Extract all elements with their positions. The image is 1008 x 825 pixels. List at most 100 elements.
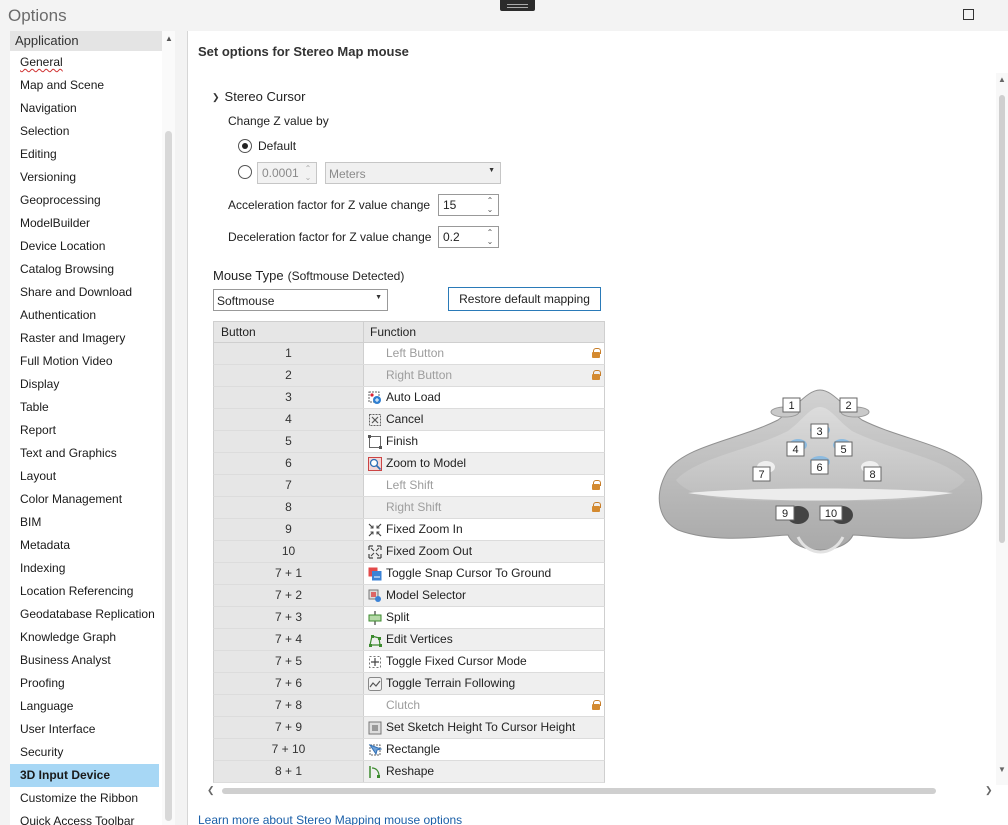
function-cell[interactable]: Toggle Snap Cursor To Ground [364, 563, 604, 584]
scroll-right-icon[interactable]: ❯ [985, 785, 993, 796]
learn-more-link[interactable]: Learn more about Stereo Mapping mouse op… [198, 813, 462, 825]
default-radio-label[interactable]: Default [258, 139, 296, 153]
table-row[interactable]: 7 + 1 Toggle Snap Cursor To Ground [213, 563, 605, 585]
drag-grip-icon[interactable] [500, 0, 535, 11]
deceleration-stepper[interactable]: 0.2 ⌃ ⌄ [438, 226, 499, 248]
table-row[interactable]: 7 + 9 Set Sketch Height To Cursor Height [213, 717, 605, 739]
scroll-up-icon[interactable]: ▲ [165, 34, 173, 43]
sidebar-item-full-motion-video[interactable]: Full Motion Video [10, 350, 159, 373]
table-row[interactable]: 2 Right Button [213, 365, 605, 387]
function-cell[interactable]: Set Sketch Height To Cursor Height [364, 717, 604, 738]
sidebar-item-display[interactable]: Display [10, 373, 159, 396]
sidebar-item-editing[interactable]: Editing [10, 143, 159, 166]
sidebar-item-user-interface[interactable]: User Interface [10, 718, 159, 741]
content-scrollbar[interactable]: ▲ ▼ [996, 73, 1008, 785]
scroll-up-icon[interactable]: ▲ [998, 75, 1006, 84]
function-cell[interactable]: Finish [364, 431, 604, 452]
table-row[interactable]: 5 Finish [213, 431, 605, 453]
function-cell[interactable]: Fixed Zoom In [364, 519, 604, 540]
column-header-function[interactable]: Function [364, 322, 604, 342]
stereo-cursor-section[interactable]: ❯ Stereo Cursor [212, 89, 305, 104]
table-row[interactable]: 7 + 4 Edit Vertices [213, 629, 605, 651]
function-cell[interactable]: Edit Vertices [364, 629, 604, 650]
restore-default-mapping-button[interactable]: Restore default mapping [448, 287, 601, 311]
horizontal-scroll-thumb[interactable] [222, 788, 936, 794]
sidebar-scroll-thumb[interactable] [165, 131, 172, 821]
column-header-button[interactable]: Button [214, 322, 364, 342]
dropdown-arrow-icon[interactable]: ▼ [488, 167, 495, 174]
mouse-type-select[interactable]: Softmouse ▼ [213, 289, 388, 311]
z-value-stepper[interactable]: 0.0001 ⌃ ⌄ [257, 162, 317, 184]
sidebar-item-language[interactable]: Language [10, 695, 159, 718]
sidebar-item-proofing[interactable]: Proofing [10, 672, 159, 695]
maximize-button[interactable] [963, 9, 974, 20]
sidebar-item-device-location[interactable]: Device Location [10, 235, 159, 258]
sidebar-item-layout[interactable]: Layout [10, 465, 159, 488]
stepper-arrows-icon[interactable]: ⌃ ⌄ [303, 164, 313, 182]
sidebar-item-authentication[interactable]: Authentication [10, 304, 159, 327]
function-cell[interactable]: Fixed Zoom Out [364, 541, 604, 562]
table-row[interactable]: 9 Fixed Zoom In [213, 519, 605, 541]
scroll-down-icon[interactable]: ▼ [998, 765, 1006, 774]
table-row[interactable]: 7 Left Shift [213, 475, 605, 497]
table-row[interactable]: 3 Auto Load [213, 387, 605, 409]
table-row[interactable]: 7 + 2 Model Selector [213, 585, 605, 607]
sidebar-item-metadata[interactable]: Metadata [10, 534, 159, 557]
function-cell[interactable]: Model Selector [364, 585, 604, 606]
sidebar-item-raster-and-imagery[interactable]: Raster and Imagery [10, 327, 159, 350]
sidebar-item-3d-input-device[interactable]: 3D Input Device [10, 764, 159, 787]
function-cell[interactable]: Toggle Fixed Cursor Mode [364, 651, 604, 672]
sidebar-item-text-and-graphics[interactable]: Text and Graphics [10, 442, 159, 465]
sidebar-item-map-and-scene[interactable]: Map and Scene [10, 74, 159, 97]
sidebar-item-color-management[interactable]: Color Management [10, 488, 159, 511]
sidebar-item-bim[interactable]: BIM [10, 511, 159, 534]
table-row[interactable]: 8 + 1 Reshape [213, 761, 605, 783]
sidebar-item-geoprocessing[interactable]: Geoprocessing [10, 189, 159, 212]
sidebar-item-indexing[interactable]: Indexing [10, 557, 159, 580]
function-cell[interactable]: Rectangle [364, 739, 604, 760]
table-row[interactable]: 7 + 5 Toggle Fixed Cursor Mode [213, 651, 605, 673]
sidebar-item-location-referencing[interactable]: Location Referencing [10, 580, 159, 603]
default-radio[interactable] [238, 139, 252, 153]
units-select[interactable]: Meters ▼ [325, 162, 501, 184]
function-cell[interactable]: Split [364, 607, 604, 628]
custom-value-radio[interactable] [238, 165, 252, 179]
table-row[interactable]: 7 + 10 Rectangle [213, 739, 605, 761]
sidebar-item-modelbuilder[interactable]: ModelBuilder [10, 212, 159, 235]
sidebar-group-application[interactable]: Application [10, 31, 175, 51]
sidebar-scrollbar[interactable]: ▲ [162, 31, 175, 825]
scroll-left-icon[interactable]: ❮ [207, 785, 215, 796]
sidebar-item-catalog-browsing[interactable]: Catalog Browsing [10, 258, 159, 281]
sidebar-item-geodatabase-replication[interactable]: Geodatabase Replication [10, 603, 159, 626]
sidebar-item-knowledge-graph[interactable]: Knowledge Graph [10, 626, 159, 649]
table-row[interactable]: 7 + 3 Split [213, 607, 605, 629]
sidebar-item-navigation[interactable]: Navigation [10, 97, 159, 120]
sidebar-item-selection[interactable]: Selection [10, 120, 159, 143]
table-row[interactable]: 1 Left Button [213, 343, 605, 365]
content-scroll-thumb[interactable] [999, 95, 1005, 543]
sidebar-item-versioning[interactable]: Versioning [10, 166, 159, 189]
table-row[interactable]: 7 + 6 Toggle Terrain Following [213, 673, 605, 695]
dropdown-arrow-icon[interactable]: ▼ [375, 294, 382, 301]
table-row[interactable]: 10 Fixed Zoom Out [213, 541, 605, 563]
horizontal-scrollbar[interactable]: ❮ ❯ [205, 784, 995, 798]
table-row[interactable]: 8 Right Shift [213, 497, 605, 519]
sidebar-item-security[interactable]: Security [10, 741, 159, 764]
sidebar-item-share-and-download[interactable]: Share and Download [10, 281, 159, 304]
stepper-arrows-icon[interactable]: ⌃ ⌄ [485, 196, 495, 214]
table-row[interactable]: 4 Cancel [213, 409, 605, 431]
function-cell[interactable]: Reshape [364, 761, 604, 782]
chevron-down-icon[interactable]: ❯ [212, 92, 220, 103]
function-cell[interactable]: Cancel [364, 409, 604, 430]
sidebar-item-table[interactable]: Table [10, 396, 159, 419]
sidebar-item-general[interactable]: General [10, 51, 159, 74]
stepper-arrows-icon[interactable]: ⌃ ⌄ [485, 228, 495, 246]
function-cell[interactable]: Toggle Terrain Following [364, 673, 604, 694]
sidebar-item-quick-access-toolbar[interactable]: Quick Access Toolbar [10, 810, 159, 825]
function-cell[interactable]: Auto Load [364, 387, 604, 408]
acceleration-stepper[interactable]: 15 ⌃ ⌄ [438, 194, 499, 216]
sidebar-item-business-analyst[interactable]: Business Analyst [10, 649, 159, 672]
sidebar-item-customize-the-ribbon[interactable]: Customize the Ribbon [10, 787, 159, 810]
table-row[interactable]: 7 + 8 Clutch [213, 695, 605, 717]
table-row[interactable]: 6 Zoom to Model [213, 453, 605, 475]
